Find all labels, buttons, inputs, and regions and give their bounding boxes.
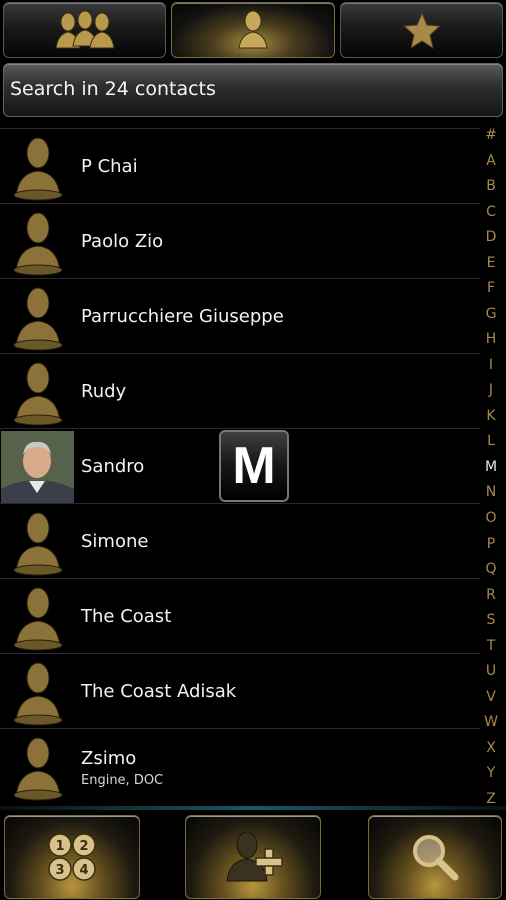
- contact-row[interactable]: Zsimo Engine, DOC: [0, 728, 480, 803]
- index-letter[interactable]: W: [484, 715, 498, 729]
- contact-icon: [238, 10, 268, 49]
- index-letter[interactable]: S: [487, 613, 496, 627]
- index-letter[interactable]: H: [486, 332, 497, 346]
- index-letter[interactable]: J: [489, 383, 493, 397]
- add-contact-button[interactable]: [185, 815, 321, 899]
- index-letter[interactable]: D: [486, 230, 497, 244]
- index-letter[interactable]: L: [487, 434, 495, 448]
- contact-name: Parrucchiere Giuseppe: [81, 306, 284, 327]
- index-letter[interactable]: U: [486, 664, 496, 678]
- contact-row[interactable]: The Coast Adisak: [0, 653, 480, 728]
- bottom-toolbar: 12 34: [0, 812, 506, 900]
- contact-name: Simone: [81, 531, 149, 552]
- index-letter[interactable]: R: [486, 588, 496, 602]
- index-letter[interactable]: P: [487, 537, 495, 551]
- index-letter[interactable]: A: [486, 154, 496, 168]
- contact-name: Zsimo: [81, 748, 137, 769]
- index-letter[interactable]: Y: [487, 766, 496, 780]
- index-letter[interactable]: B: [486, 179, 496, 193]
- index-letter[interactable]: T: [487, 639, 496, 653]
- svg-text:1: 1: [55, 839, 64, 854]
- index-letter[interactable]: E: [487, 256, 496, 270]
- index-letter[interactable]: N: [486, 485, 496, 499]
- index-letter[interactable]: I: [489, 358, 493, 372]
- index-letter[interactable]: K: [486, 409, 495, 423]
- index-letter[interactable]: F: [487, 281, 495, 295]
- contact-name: Paolo Zio: [81, 231, 164, 252]
- contact-name: The Coast Adisak: [81, 681, 237, 702]
- contact-subtitle: Engine, DOC: [81, 773, 164, 788]
- contact-name: Sandro: [81, 456, 145, 477]
- search-icon: [413, 835, 459, 881]
- dialpad-button[interactable]: 12 34: [4, 815, 140, 899]
- add-contact-icon: [226, 831, 283, 882]
- contact-row[interactable]: Rudy: [0, 353, 480, 428]
- contact-name: Rudy: [81, 381, 127, 402]
- index-letter[interactable]: C: [486, 205, 496, 219]
- svg-text:3: 3: [55, 863, 64, 878]
- index-letter[interactable]: V: [486, 690, 496, 704]
- top-tab-bar: [0, 0, 506, 62]
- dialpad-icon: 12 34: [48, 833, 96, 881]
- index-letter[interactable]: G: [486, 307, 497, 321]
- contact-placeholder-icon: [4, 283, 72, 351]
- index-letter[interactable]: Z: [486, 792, 496, 806]
- index-letter[interactable]: X: [486, 741, 496, 755]
- contact-placeholder-icon: [4, 733, 72, 801]
- contact-row[interactable]: Parrucchiere Giuseppe: [0, 278, 480, 353]
- contact-placeholder-icon: [4, 133, 72, 201]
- letter-popup-text: M: [232, 437, 276, 495]
- letter-popup: M: [219, 430, 289, 502]
- contact-name: The Coast: [81, 606, 172, 627]
- star-icon: [402, 11, 441, 50]
- svg-text:2: 2: [79, 839, 88, 854]
- contact-row[interactable]: Simone: [0, 503, 480, 578]
- index-letter[interactable]: Q: [485, 562, 496, 576]
- contact-placeholder-icon: [4, 508, 72, 576]
- search-placeholder: Search in 24 contacts: [10, 78, 216, 100]
- search-button[interactable]: [368, 815, 502, 899]
- tab-groups[interactable]: [3, 2, 166, 58]
- contact-placeholder-icon: [4, 583, 72, 651]
- contact-placeholder-icon: [4, 358, 72, 426]
- alphabet-index[interactable]: # A B C D E F G H I J K L M N O P Q R S T U V W X Y Z: [480, 128, 502, 806]
- tab-favorites[interactable]: [340, 2, 503, 58]
- contact-placeholder-icon: [4, 658, 72, 726]
- contact-row[interactable]: Paolo Zio: [0, 203, 480, 278]
- index-letter[interactable]: M: [485, 460, 497, 474]
- contact-placeholder-icon: [4, 208, 72, 276]
- search-input[interactable]: Search in 24 contacts: [3, 63, 503, 117]
- tab-contacts[interactable]: [171, 2, 335, 58]
- contact-photo: [1, 431, 74, 503]
- contact-row[interactable]: P Chai: [0, 128, 480, 203]
- contact-name: P Chai: [81, 156, 138, 177]
- contact-row[interactable]: The Coast: [0, 578, 480, 653]
- svg-text:4: 4: [79, 863, 88, 878]
- groups-icon: [54, 10, 115, 49]
- index-letter[interactable]: #: [485, 128, 497, 142]
- bottom-divider: [0, 806, 506, 810]
- index-letter[interactable]: O: [485, 511, 496, 525]
